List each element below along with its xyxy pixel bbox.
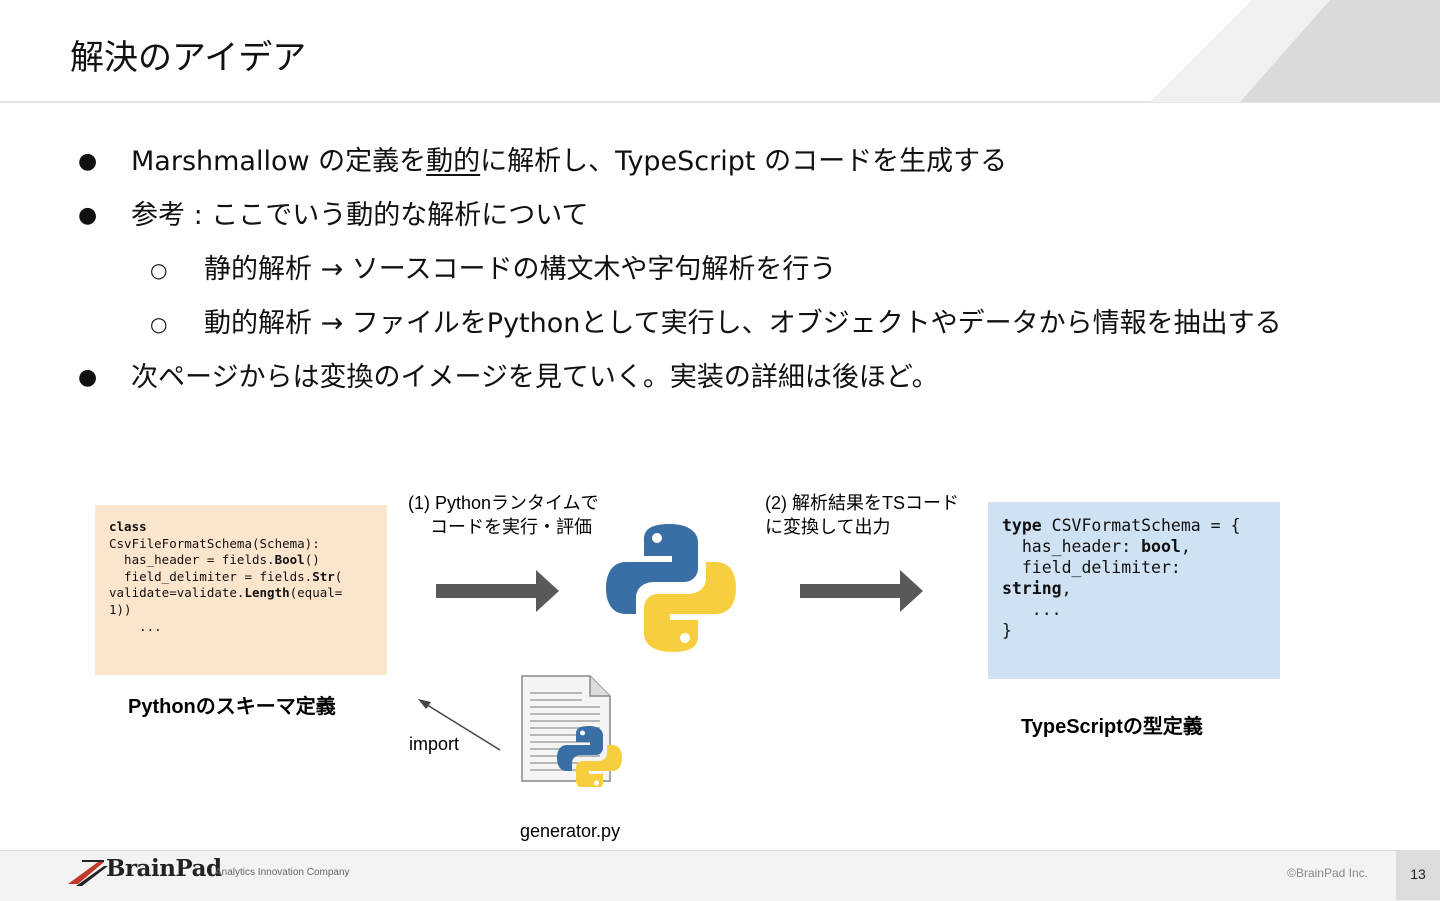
typescript-type-code-box: type CSVFormatSchema = { has_header: boo…: [988, 502, 1280, 679]
generator-file-label: generator.py: [520, 821, 621, 841]
copyright-text: ©BrainPad Inc.: [1287, 866, 1368, 880]
import-label: import: [409, 734, 460, 754]
python-logo-icon: [606, 524, 736, 652]
company-tagline: Analytics Innovation Company: [215, 867, 350, 878]
typescript-type-code: type CSVFormatSchema = { has_header: boo…: [1002, 516, 1241, 640]
header-corner-decoration: [1150, 0, 1440, 102]
slide-title: 解決のアイデア: [70, 38, 307, 78]
page-number: 13: [1410, 866, 1426, 882]
bullet-marker: ●: [78, 149, 98, 174]
bullet-item-3: 次ページからは変換のイメージを見ていく。実装の詳細は後ほど。: [131, 362, 939, 393]
brainpad-logo-icon: [68, 860, 108, 886]
brainpad-logo-text: BrainPad: [106, 855, 222, 882]
python-schema-code: class CsvFileFormatSchema(Schema): has_h…: [109, 519, 343, 634]
sub-bullet-item-2: 動的解析 → ファイルをPythonとして実行し、オブジェクトやデータから情報を…: [204, 308, 1282, 339]
python-file-icon: [521, 675, 622, 787]
bullet-item-2: 参考 : ここでいう動的な解析について: [131, 200, 589, 231]
bullet-marker: ●: [78, 365, 98, 390]
python-schema-caption: Pythonのスキーマ定義: [128, 696, 336, 718]
arrow-right-icon: [436, 570, 559, 612]
sub-bullet-marker: ○: [150, 258, 168, 282]
step2-label: (2) 解析結果をTSコード に変換して出力: [765, 493, 960, 537]
typescript-type-caption: TypeScriptの型定義: [1021, 716, 1203, 738]
sub-bullet-item-1: 静的解析 → ソースコードの構文木や字句解析を行う: [204, 254, 837, 285]
bullet-item-1: Marshmallow の定義を動的に解析し、TypeScript のコードを生…: [131, 146, 1008, 177]
sub-bullet-marker: ○: [150, 312, 168, 336]
bullet-marker: ●: [78, 203, 98, 228]
step1-label: (1) Pythonランタイムで コードを実行・評価: [408, 493, 599, 537]
arrow-right-icon: [800, 570, 923, 612]
python-schema-code-box: class CsvFileFormatSchema(Schema): has_h…: [95, 505, 387, 675]
